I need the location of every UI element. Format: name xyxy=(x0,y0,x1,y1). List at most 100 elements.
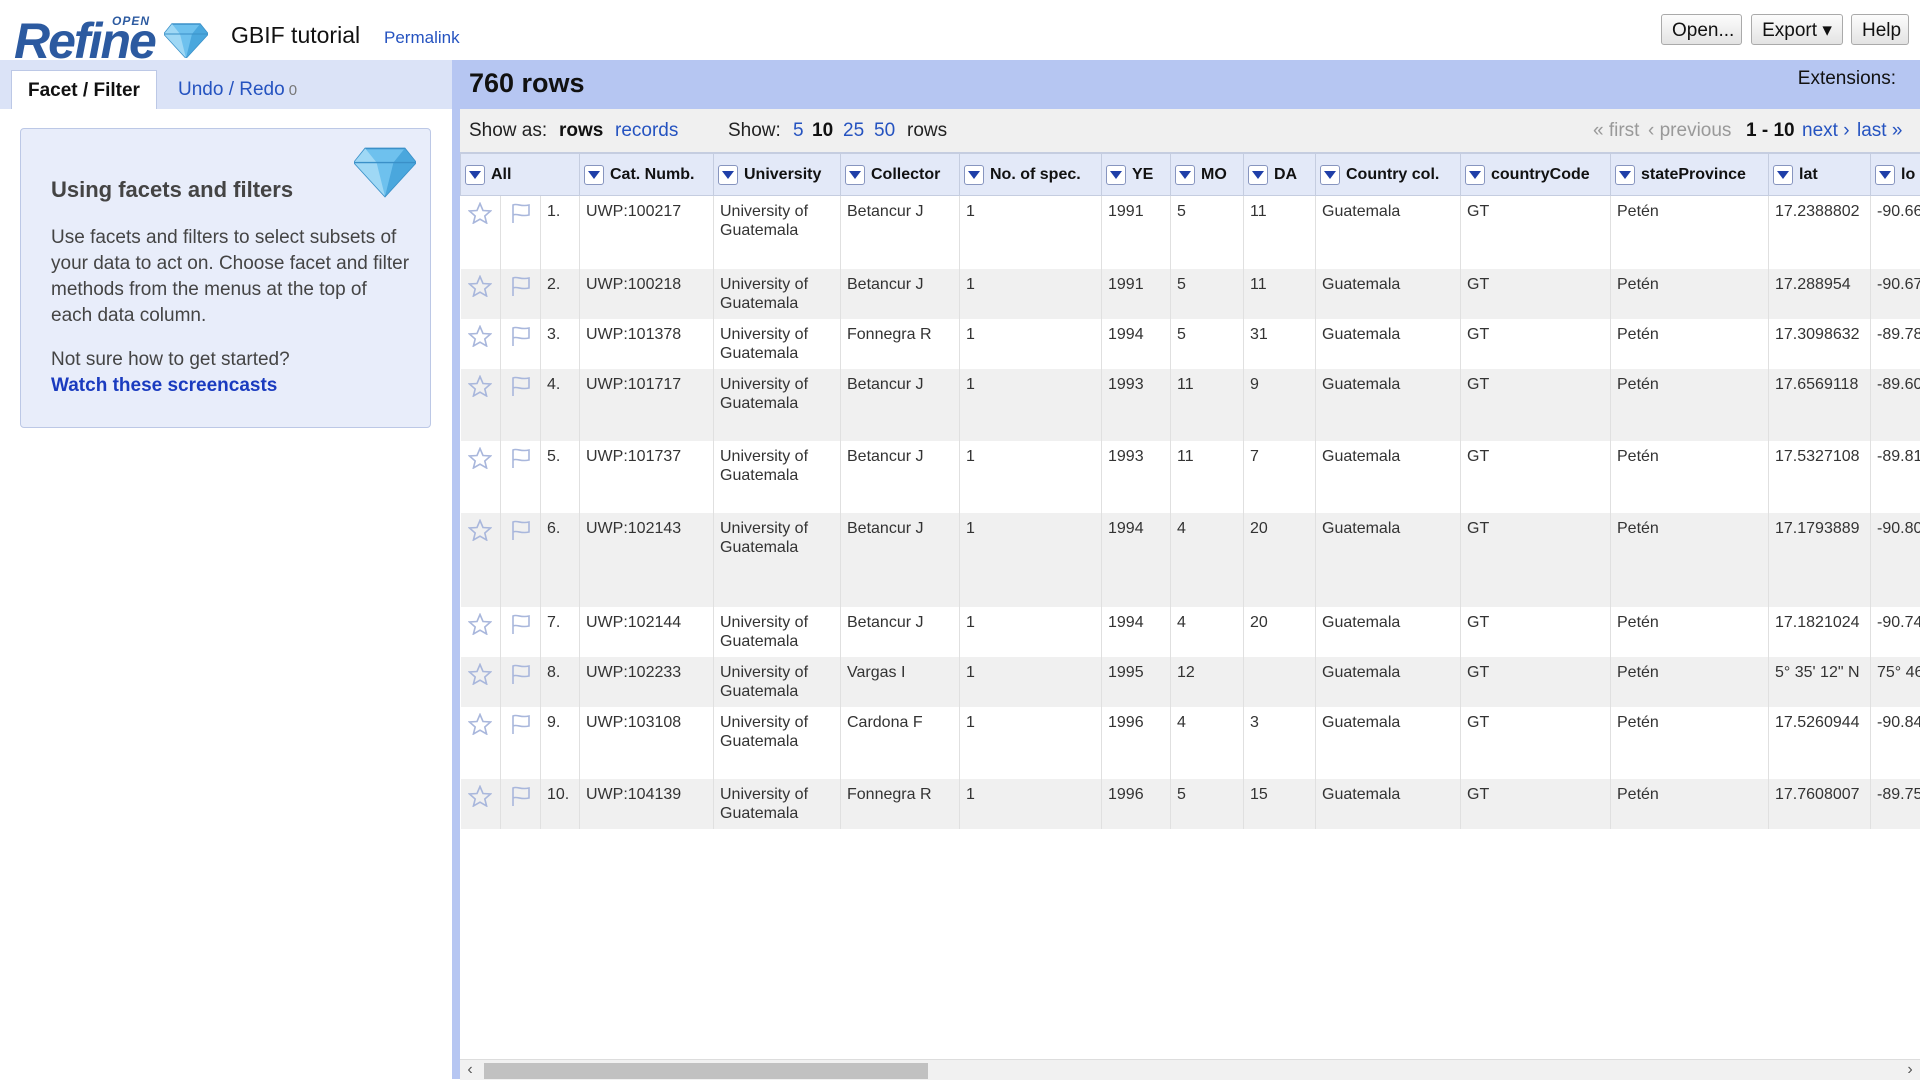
cell-ye[interactable]: 1995 xyxy=(1102,657,1171,707)
cell-coll[interactable]: Betancur J xyxy=(841,269,960,319)
cell-mo[interactable]: 11 xyxy=(1171,441,1244,513)
tab-undo-redo[interactable]: Undo / Redo0 xyxy=(162,70,313,109)
column-menu-dropdown-icon[interactable] xyxy=(964,165,984,185)
cell-univ[interactable]: University of Guatemala xyxy=(714,513,841,607)
cell-state[interactable]: Petén xyxy=(1611,513,1769,607)
flag-cell[interactable] xyxy=(501,707,541,779)
project-title[interactable]: GBIF tutorial xyxy=(231,22,360,49)
cell-mo[interactable]: 5 xyxy=(1171,779,1244,829)
cell-cat[interactable]: UWP:101378 xyxy=(580,319,714,369)
column-header[interactable]: Country col. xyxy=(1316,153,1461,196)
cell-cat[interactable]: UWP:104139 xyxy=(580,779,714,829)
flag-icon[interactable] xyxy=(509,785,533,807)
cell-country[interactable]: Guatemala xyxy=(1316,319,1461,369)
cell-univ[interactable]: University of Guatemala xyxy=(714,369,841,441)
scroll-left-icon[interactable]: ‹ xyxy=(460,1060,480,1080)
cell-lon[interactable]: -89.75 xyxy=(1871,779,1920,829)
cell-da[interactable]: 15 xyxy=(1244,779,1316,829)
star-icon[interactable] xyxy=(468,447,492,469)
cell-state[interactable]: Petén xyxy=(1611,196,1769,269)
help-button[interactable]: Help xyxy=(1851,14,1909,45)
page-size-25[interactable]: 25 xyxy=(843,120,864,142)
flag-icon[interactable] xyxy=(509,663,533,685)
cell-lat[interactable]: 17.3098632 xyxy=(1769,319,1871,369)
flag-cell[interactable] xyxy=(501,513,541,607)
flag-icon[interactable] xyxy=(509,447,533,469)
column-menu-dropdown-icon[interactable] xyxy=(1248,165,1268,185)
cell-lat[interactable]: 17.6569118 xyxy=(1769,369,1871,441)
cell-coll[interactable]: Cardona F xyxy=(841,707,960,779)
cell-n[interactable]: 6. xyxy=(541,513,580,607)
cell-cat[interactable]: UWP:100217 xyxy=(580,196,714,269)
flag-icon[interactable] xyxy=(509,519,533,541)
column-header[interactable]: countryCode xyxy=(1461,153,1611,196)
cell-univ[interactable]: University of Guatemala xyxy=(714,319,841,369)
cell-ye[interactable]: 1996 xyxy=(1102,707,1171,779)
cell-state[interactable]: Petén xyxy=(1611,707,1769,779)
cell-ye[interactable]: 1993 xyxy=(1102,369,1171,441)
flag-icon[interactable] xyxy=(509,375,533,397)
cell-n[interactable]: 5. xyxy=(541,441,580,513)
export-button[interactable]: Export ▾ xyxy=(1751,14,1843,45)
flag-icon[interactable] xyxy=(509,713,533,735)
cell-da[interactable]: 20 xyxy=(1244,513,1316,607)
cell-da[interactable]: 9 xyxy=(1244,369,1316,441)
column-menu-dropdown-icon[interactable] xyxy=(465,165,485,185)
cell-univ[interactable]: University of Guatemala xyxy=(714,657,841,707)
cell-country[interactable]: Guatemala xyxy=(1316,779,1461,829)
next-page-link[interactable]: next › xyxy=(1802,120,1850,142)
cell-coll[interactable]: Betancur J xyxy=(841,607,960,657)
column-header[interactable]: All xyxy=(461,153,580,196)
cell-country[interactable]: Guatemala xyxy=(1316,513,1461,607)
cell-n[interactable]: 10. xyxy=(541,779,580,829)
cell-da[interactable]: 11 xyxy=(1244,196,1316,269)
column-header[interactable]: lat xyxy=(1769,153,1871,196)
cell-lon[interactable]: -90.80 xyxy=(1871,513,1920,607)
cell-lat[interactable]: 17.1793889 xyxy=(1769,513,1871,607)
cell-lon[interactable]: 75° 46 W xyxy=(1871,657,1920,707)
cell-state[interactable]: Petén xyxy=(1611,607,1769,657)
column-header[interactable]: Cat. Numb. xyxy=(580,153,714,196)
cell-cat[interactable]: UWP:102144 xyxy=(580,607,714,657)
column-menu-dropdown-icon[interactable] xyxy=(845,165,865,185)
cell-da[interactable]: 11 xyxy=(1244,269,1316,319)
page-size-5[interactable]: 5 xyxy=(793,120,804,142)
page-size-10[interactable]: 10 xyxy=(812,120,833,142)
cell-spec[interactable]: 1 xyxy=(960,707,1102,779)
cell-code[interactable]: GT xyxy=(1461,269,1611,319)
flag-icon[interactable] xyxy=(509,613,533,635)
cell-code[interactable]: GT xyxy=(1461,513,1611,607)
star-cell[interactable] xyxy=(461,657,501,707)
openrefine-logo[interactable]: Refine OPEN xyxy=(14,10,214,60)
tab-facet-filter[interactable]: Facet / Filter xyxy=(11,70,157,109)
cell-code[interactable]: GT xyxy=(1461,319,1611,369)
cell-code[interactable]: GT xyxy=(1461,441,1611,513)
cell-spec[interactable]: 1 xyxy=(960,319,1102,369)
cell-mo[interactable]: 4 xyxy=(1171,607,1244,657)
cell-coll[interactable]: Vargas I xyxy=(841,657,960,707)
open-button[interactable]: Open... xyxy=(1661,14,1742,45)
star-icon[interactable] xyxy=(468,275,492,297)
cell-lat[interactable]: 17.288954 xyxy=(1769,269,1871,319)
cell-ye[interactable]: 1994 xyxy=(1102,319,1171,369)
cell-lat[interactable]: 17.5260944 xyxy=(1769,707,1871,779)
cell-ye[interactable]: 1994 xyxy=(1102,513,1171,607)
column-header[interactable]: stateProvince xyxy=(1611,153,1769,196)
cell-ye[interactable]: 1991 xyxy=(1102,269,1171,319)
permalink-link[interactable]: Permalink xyxy=(384,28,460,48)
flag-icon[interactable] xyxy=(509,325,533,347)
cell-cat[interactable]: UWP:101717 xyxy=(580,369,714,441)
cell-n[interactable]: 2. xyxy=(541,269,580,319)
cell-univ[interactable]: University of Guatemala xyxy=(714,196,841,269)
cell-code[interactable]: GT xyxy=(1461,607,1611,657)
cell-da[interactable]: 31 xyxy=(1244,319,1316,369)
star-cell[interactable] xyxy=(461,779,501,829)
cell-lon[interactable]: -90.74 xyxy=(1871,607,1920,657)
cell-state[interactable]: Petén xyxy=(1611,319,1769,369)
cell-country[interactable]: Guatemala xyxy=(1316,707,1461,779)
flag-cell[interactable] xyxy=(501,196,541,269)
cell-coll[interactable]: Betancur J xyxy=(841,513,960,607)
cell-da[interactable]: 7 xyxy=(1244,441,1316,513)
cell-univ[interactable]: University of Guatemala xyxy=(714,779,841,829)
cell-lon[interactable]: -90.66 xyxy=(1871,196,1920,269)
